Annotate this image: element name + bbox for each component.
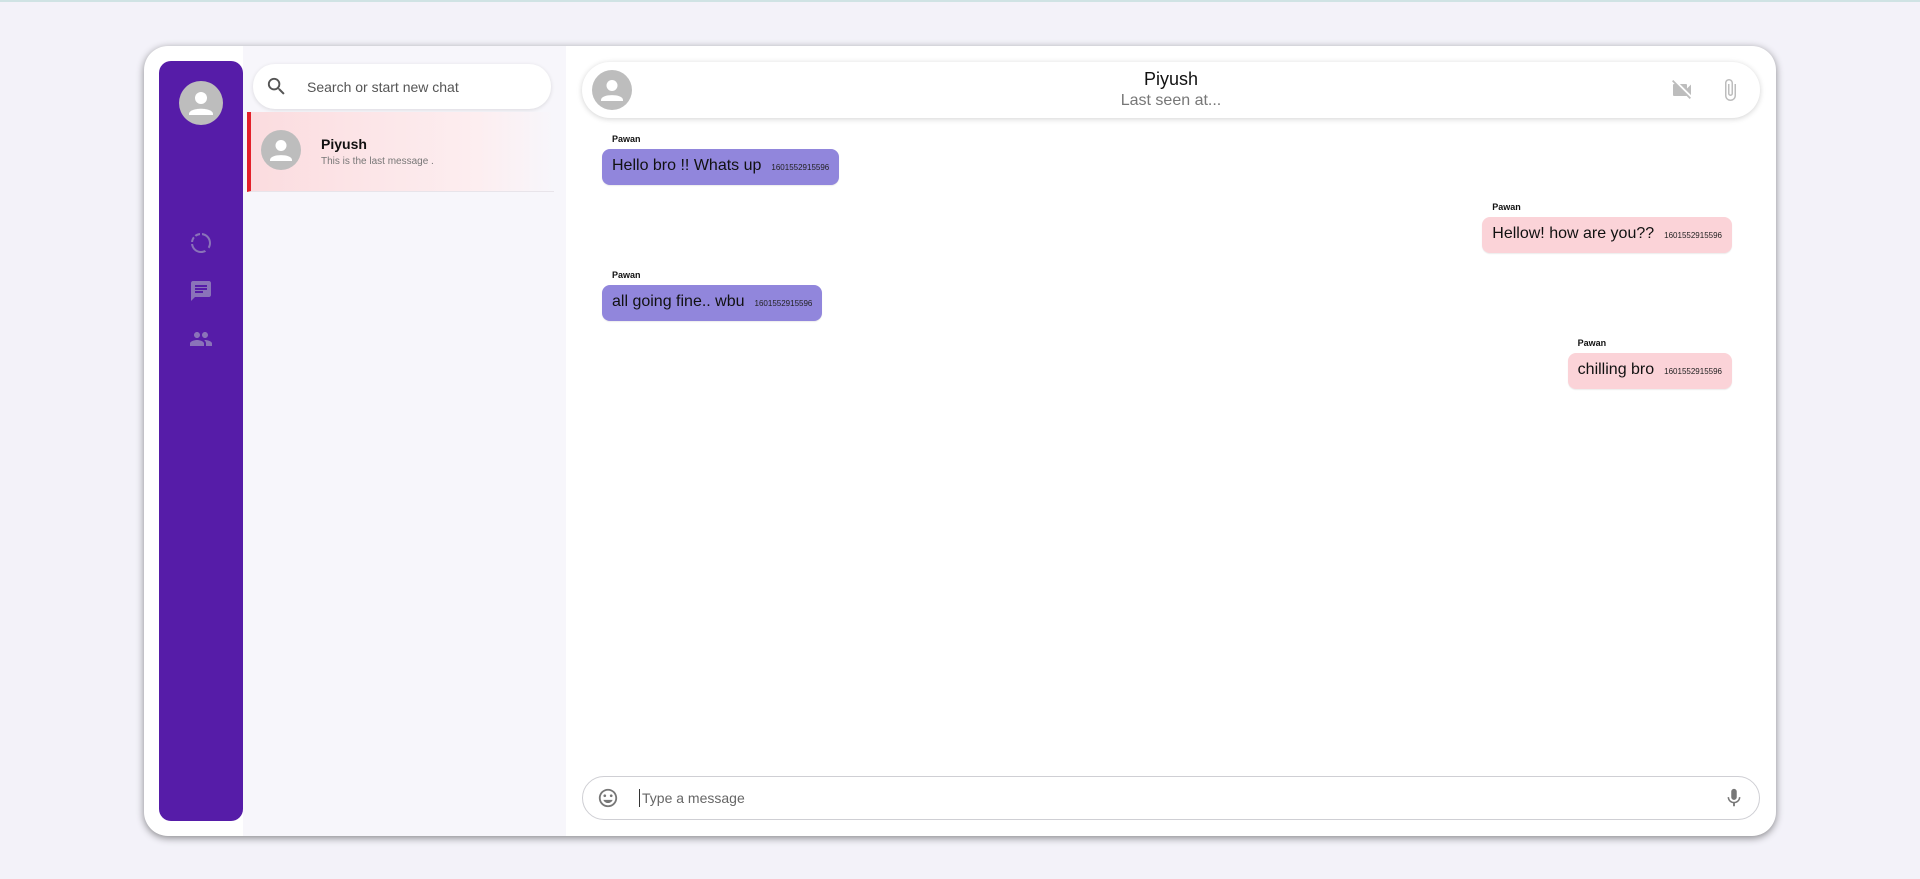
- message-list: Pawan Hello bro !! Whats up 160155291559…: [566, 126, 1776, 806]
- message-text: chilling bro: [1577, 361, 1655, 378]
- contact-avatar: [261, 130, 301, 170]
- attach-icon[interactable]: [1718, 78, 1742, 102]
- mic-icon[interactable]: [1723, 787, 1745, 809]
- message-sender: Pawan: [1492, 202, 1521, 212]
- message-outgoing: Pawan chilling bro 1601552915596: [1567, 338, 1732, 389]
- chat-app-window: Piyush This is the last message . Piyush…: [144, 46, 1776, 836]
- message-text: Hello bro !! Whats up: [612, 157, 762, 174]
- chat-item-name: Piyush: [321, 136, 367, 152]
- chat-list-panel: Piyush This is the last message .: [243, 46, 566, 836]
- message-sender: Pawan: [612, 134, 641, 144]
- contacts-icon[interactable]: [189, 327, 213, 351]
- message-bubble: Hello bro !! Whats up 1601552915596: [602, 149, 840, 185]
- message-timestamp: 1601552915596: [754, 299, 813, 308]
- message-timestamp: 1601552915596: [771, 163, 830, 172]
- search-bar: [253, 64, 551, 109]
- top-border-line: [0, 0, 1920, 2]
- nav-rail: [159, 61, 243, 821]
- chats-icon[interactable]: [189, 279, 213, 303]
- message-bubble: chilling bro 1601552915596: [1567, 353, 1732, 389]
- message-outgoing: Pawan Hellow! how are you?? 160155291559…: [1482, 202, 1732, 253]
- conversation-header: Piyush Last seen at...: [582, 62, 1760, 118]
- message-bubble: all going fine.. wbu 1601552915596: [602, 285, 823, 321]
- chat-item-last-message: This is the last message .: [321, 156, 434, 167]
- message-text: Hellow! how are you??: [1492, 225, 1655, 242]
- message-sender: Pawan: [612, 270, 641, 280]
- message-input[interactable]: [639, 789, 1679, 807]
- message-text: all going fine.. wbu: [612, 293, 745, 310]
- user-avatar[interactable]: [179, 81, 223, 125]
- message-composer: [582, 776, 1760, 820]
- message-bubble: Hellow! how are you?? 1601552915596: [1482, 217, 1732, 253]
- chat-list-item[interactable]: Piyush This is the last message .: [247, 112, 554, 192]
- message-timestamp: 1601552915596: [1664, 367, 1722, 376]
- status-icon[interactable]: [189, 231, 213, 255]
- message-timestamp: 1601552915596: [1664, 231, 1722, 240]
- search-icon[interactable]: [265, 75, 288, 98]
- message-incoming: Pawan all going fine.. wbu 1601552915596: [602, 270, 823, 321]
- video-call-off-icon[interactable]: [1670, 78, 1694, 102]
- contact-name: Piyush: [1143, 69, 1199, 89]
- search-input[interactable]: [307, 64, 537, 109]
- message-sender: Pawan: [1577, 338, 1607, 348]
- message-incoming: Pawan Hello bro !! Whats up 160155291559…: [602, 134, 840, 185]
- emoji-icon[interactable]: [597, 787, 619, 809]
- last-seen-status: Last seen at...: [1120, 92, 1222, 109]
